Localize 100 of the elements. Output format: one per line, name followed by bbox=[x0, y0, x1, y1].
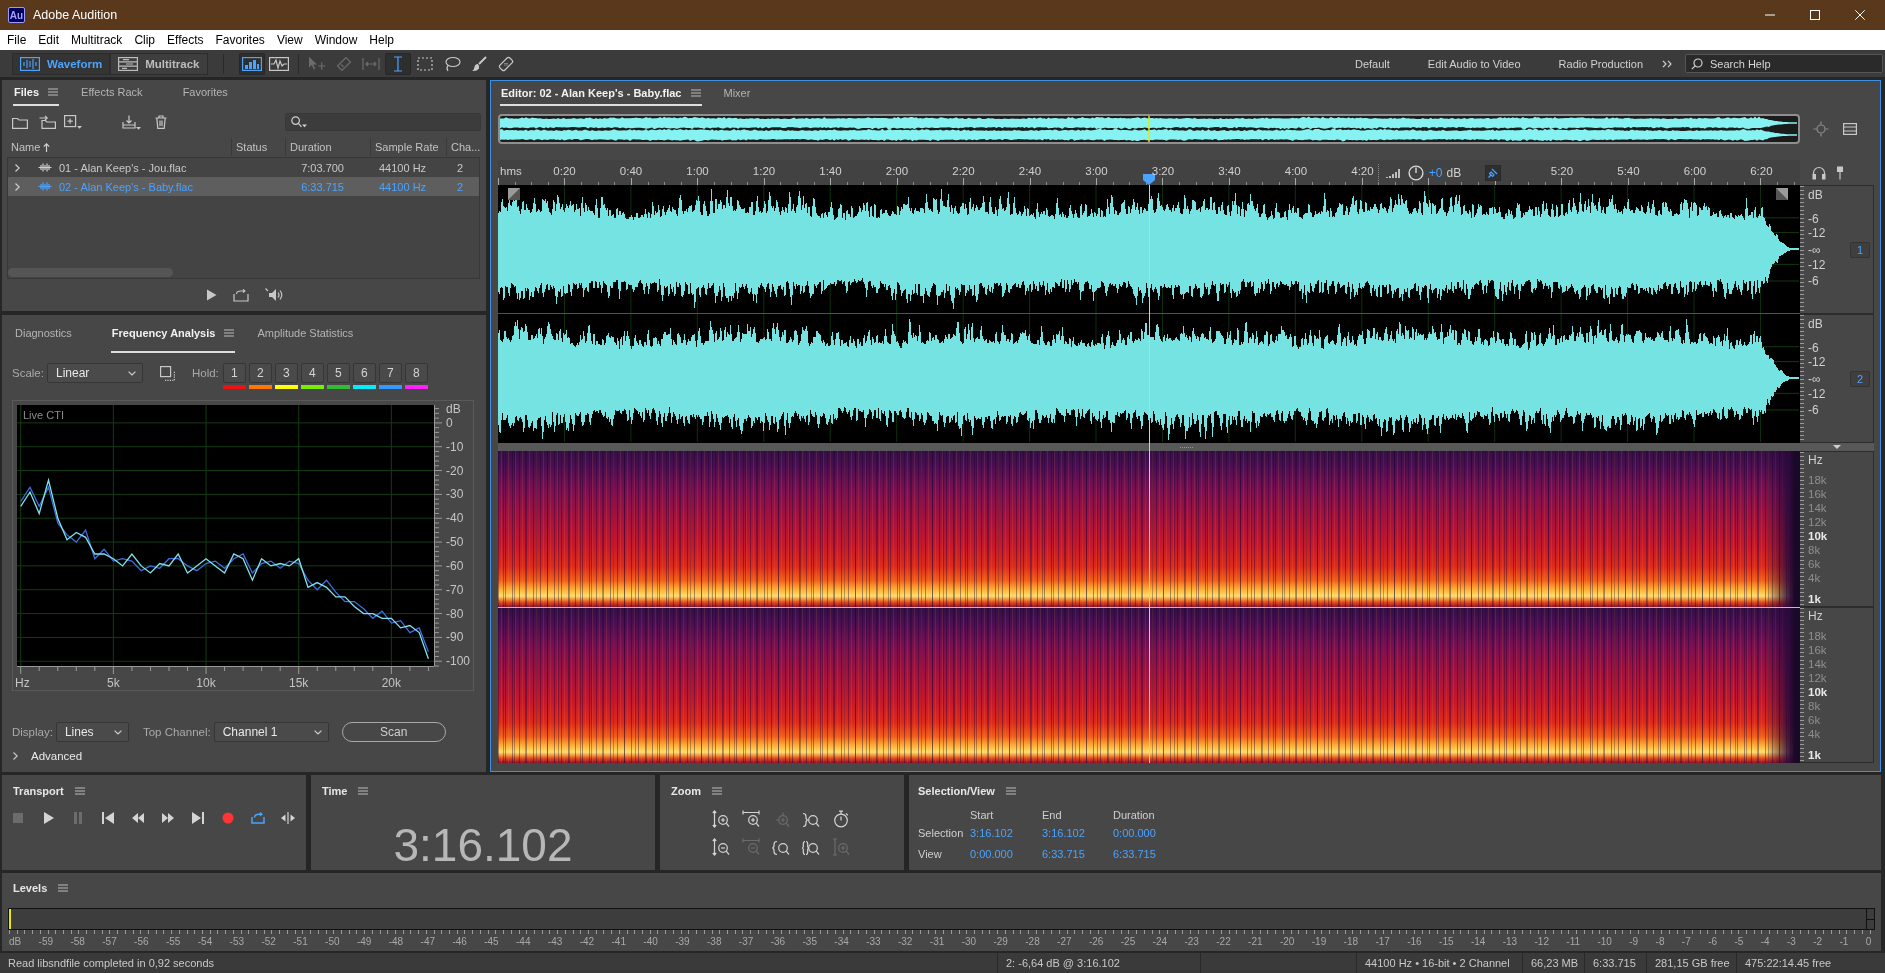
scrollbar-thumb[interactable] bbox=[8, 268, 173, 277]
search-field[interactable] bbox=[285, 113, 481, 131]
panel-tab[interactable]: Mixer bbox=[722, 81, 769, 106]
brackets-zoom-icon[interactable] bbox=[802, 838, 820, 856]
channel-badge[interactable]: 1 bbox=[1850, 241, 1870, 258]
display-dropdown[interactable]: Lines bbox=[55, 722, 129, 742]
panel-tab[interactable]: Frequency Analysis bbox=[110, 315, 236, 353]
folder-arrow-icon[interactable] bbox=[39, 115, 56, 129]
collapse-caret-icon[interactable] bbox=[1833, 445, 1841, 449]
tool-button[interactable] bbox=[385, 52, 411, 75]
workspace-tab[interactable]: Default bbox=[1336, 57, 1409, 70]
panel-tab[interactable]: Files bbox=[13, 80, 60, 106]
hold-button[interactable]: 6 bbox=[352, 363, 376, 383]
search-icon[interactable] bbox=[291, 116, 307, 128]
play-icon[interactable] bbox=[41, 812, 55, 824]
speaker-icon[interactable] bbox=[264, 288, 283, 302]
menu-item[interactable]: Effects bbox=[161, 33, 210, 47]
hold-button[interactable]: 8 bbox=[404, 363, 428, 383]
top-channel-dropdown[interactable]: Channel 1 bbox=[213, 722, 329, 742]
time-value[interactable]: 0:00.000 bbox=[1111, 827, 1191, 839]
hold-button[interactable]: 3 bbox=[274, 363, 298, 383]
fast-forward-icon[interactable] bbox=[161, 812, 175, 824]
headphones-icon[interactable] bbox=[1812, 165, 1826, 180]
clip-indicator[interactable] bbox=[1866, 918, 1874, 929]
gain-value[interactable]: +0 bbox=[1428, 165, 1443, 180]
column-header[interactable]: Sample Rate bbox=[371, 138, 447, 156]
panel-tab[interactable]: Editor: 02 - Alan Keep's - Baby.flac bbox=[500, 81, 702, 106]
menu-item[interactable]: File bbox=[1, 33, 33, 47]
expand-chevron-icon[interactable] bbox=[15, 182, 20, 191]
panel-tab[interactable]: Diagnostics bbox=[14, 315, 90, 353]
menu-item[interactable]: Edit bbox=[32, 33, 66, 47]
bracket-zoom-icon[interactable] bbox=[772, 838, 790, 856]
bracket-zoom-icon[interactable] bbox=[802, 810, 820, 828]
rewind-icon[interactable] bbox=[131, 812, 145, 824]
list-icon[interactable] bbox=[1843, 123, 1857, 135]
stopwatch-icon[interactable] bbox=[832, 810, 850, 828]
double-chevron-icon[interactable] bbox=[1662, 59, 1672, 68]
signal-bars-icon[interactable] bbox=[1385, 167, 1401, 178]
time-value[interactable]: 6:33.715 bbox=[1111, 847, 1191, 860]
channel-badge[interactable]: 2 bbox=[1850, 370, 1870, 387]
trash-icon[interactable] bbox=[155, 115, 167, 129]
menu-item[interactable]: Clip bbox=[128, 33, 162, 47]
splitter-bar[interactable] bbox=[1800, 443, 1874, 451]
folder-icon[interactable] bbox=[12, 115, 28, 129]
workspace-tab[interactable]: Edit Audio to Video bbox=[1408, 57, 1540, 70]
time-value[interactable]: 0:00.000 bbox=[968, 847, 1040, 860]
menu-item[interactable]: Window bbox=[308, 33, 364, 47]
sort-arrow-icon[interactable] bbox=[43, 142, 51, 152]
play-icon[interactable] bbox=[205, 289, 217, 301]
menu-item[interactable]: View bbox=[270, 33, 309, 47]
caret-icon[interactable] bbox=[113, 729, 122, 735]
hold-button[interactable]: 4 bbox=[300, 363, 324, 383]
fade-handle-icon[interactable] bbox=[508, 188, 520, 200]
brush-icon[interactable] bbox=[471, 55, 487, 72]
hold-button[interactable]: 1 bbox=[222, 363, 246, 383]
plus-square-icon[interactable] bbox=[64, 115, 82, 129]
time-value[interactable]: 3:16.102 bbox=[968, 827, 1040, 839]
menu-item[interactable]: Multitrack bbox=[65, 33, 129, 47]
close-icon[interactable] bbox=[1855, 10, 1865, 20]
knob-icon[interactable] bbox=[1407, 164, 1424, 181]
workspace-tab[interactable]: Radio Production bbox=[1539, 57, 1662, 70]
maximize-icon[interactable] bbox=[1810, 10, 1820, 20]
vertical-zoom-in-icon[interactable] bbox=[712, 810, 730, 828]
panel-tab[interactable]: Favorites bbox=[181, 80, 246, 106]
caret-icon[interactable] bbox=[313, 729, 322, 735]
column-header[interactable]: Status bbox=[232, 138, 286, 156]
search-icon[interactable] bbox=[1691, 57, 1703, 70]
column-header[interactable]: Cha... bbox=[447, 138, 481, 156]
scale-dropdown[interactable]: Linear bbox=[46, 363, 143, 383]
hold-button[interactable]: 2 bbox=[248, 363, 272, 383]
column-header[interactable]: Duration bbox=[286, 138, 371, 156]
column-header[interactable]: Name bbox=[7, 138, 232, 156]
skip-selection-icon[interactable] bbox=[281, 812, 295, 824]
record-icon[interactable] bbox=[221, 812, 235, 824]
panel-tab[interactable]: Effects Rack bbox=[80, 80, 161, 106]
menu-item[interactable]: Help bbox=[363, 33, 401, 47]
fade-handle-icon[interactable] bbox=[1776, 188, 1788, 200]
chevron-icon[interactable] bbox=[13, 752, 18, 760]
search-field[interactable]: Search Help bbox=[1685, 54, 1883, 73]
skip-forward-icon[interactable] bbox=[191, 812, 205, 824]
view-mode-button[interactable]: Waveform bbox=[12, 52, 111, 75]
tray-arrow-icon[interactable] bbox=[122, 114, 141, 130]
horizontal-zoom-in-icon[interactable] bbox=[742, 810, 760, 828]
hold-button[interactable]: 7 bbox=[378, 363, 402, 383]
view-mode-button[interactable]: Multitrack bbox=[110, 52, 208, 75]
waveform-icon[interactable] bbox=[20, 56, 40, 71]
expand-chevron-icon[interactable] bbox=[15, 163, 20, 172]
bandage-icon[interactable] bbox=[498, 55, 514, 72]
file-row[interactable]: 01 - Alan Keep's - Jou.flac 7:03.700 44100 Hz 2 bbox=[8, 158, 479, 177]
time-value[interactable]: 6:33.715 bbox=[1040, 847, 1111, 860]
loop-icon[interactable] bbox=[232, 288, 249, 302]
pin-icon[interactable] bbox=[1836, 165, 1844, 180]
menu-item[interactable]: Favorites bbox=[209, 33, 271, 47]
i-beam-icon[interactable] bbox=[393, 55, 403, 72]
multitrack-icon[interactable] bbox=[118, 56, 139, 71]
marquee-icon[interactable] bbox=[417, 56, 433, 71]
advanced-toggle[interactable]: Advanced bbox=[13, 750, 83, 762]
skip-back-icon[interactable] bbox=[101, 812, 115, 824]
loop-icon[interactable] bbox=[251, 812, 265, 824]
selection-box-icon[interactable] bbox=[159, 366, 175, 381]
